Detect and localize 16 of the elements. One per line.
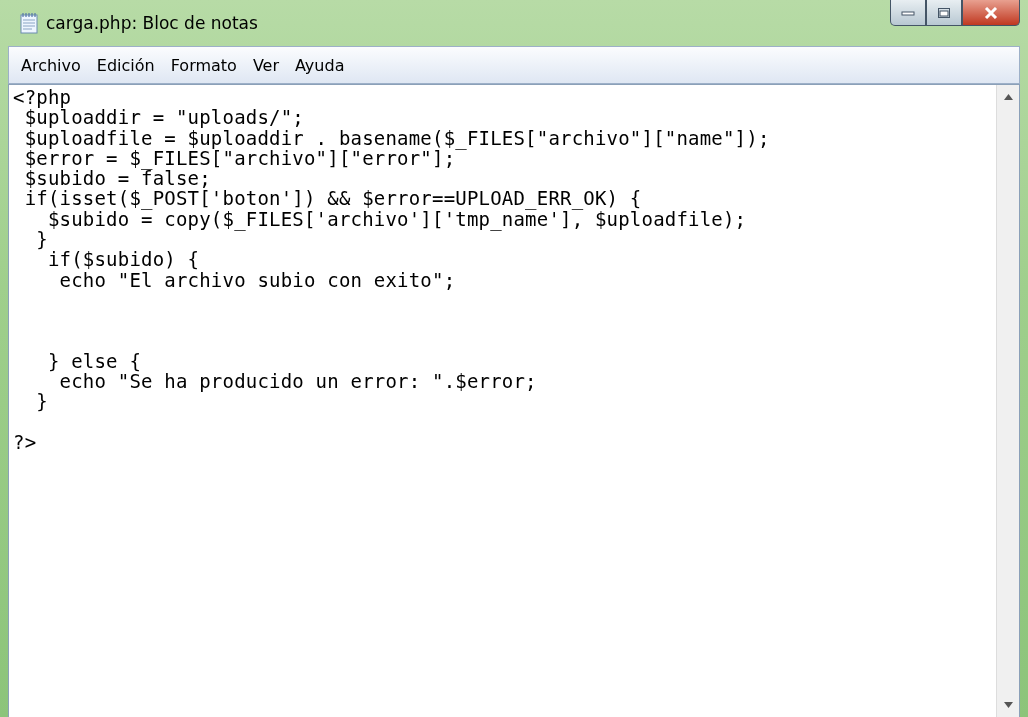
minimize-button[interactable] xyxy=(890,0,926,26)
maximize-icon xyxy=(937,6,951,19)
menu-item[interactable]: Ayuda xyxy=(287,55,353,75)
scroll-down-icon[interactable] xyxy=(1003,702,1013,708)
window-title: carga.php: Bloc de notas xyxy=(46,13,258,33)
close-button[interactable] xyxy=(962,0,1020,26)
menu-item[interactable]: Ver xyxy=(244,55,287,75)
menu-item[interactable]: Archivo xyxy=(13,55,89,75)
scroll-up-icon[interactable] xyxy=(1003,94,1013,100)
scrollbar[interactable] xyxy=(996,85,1019,717)
menu-item[interactable]: Edición xyxy=(88,55,163,75)
maximize-button[interactable] xyxy=(926,0,962,26)
menu-item[interactable]: Formato xyxy=(162,55,245,75)
close-icon xyxy=(983,6,999,19)
notepad-icon xyxy=(20,12,38,34)
minimize-icon xyxy=(901,9,915,16)
